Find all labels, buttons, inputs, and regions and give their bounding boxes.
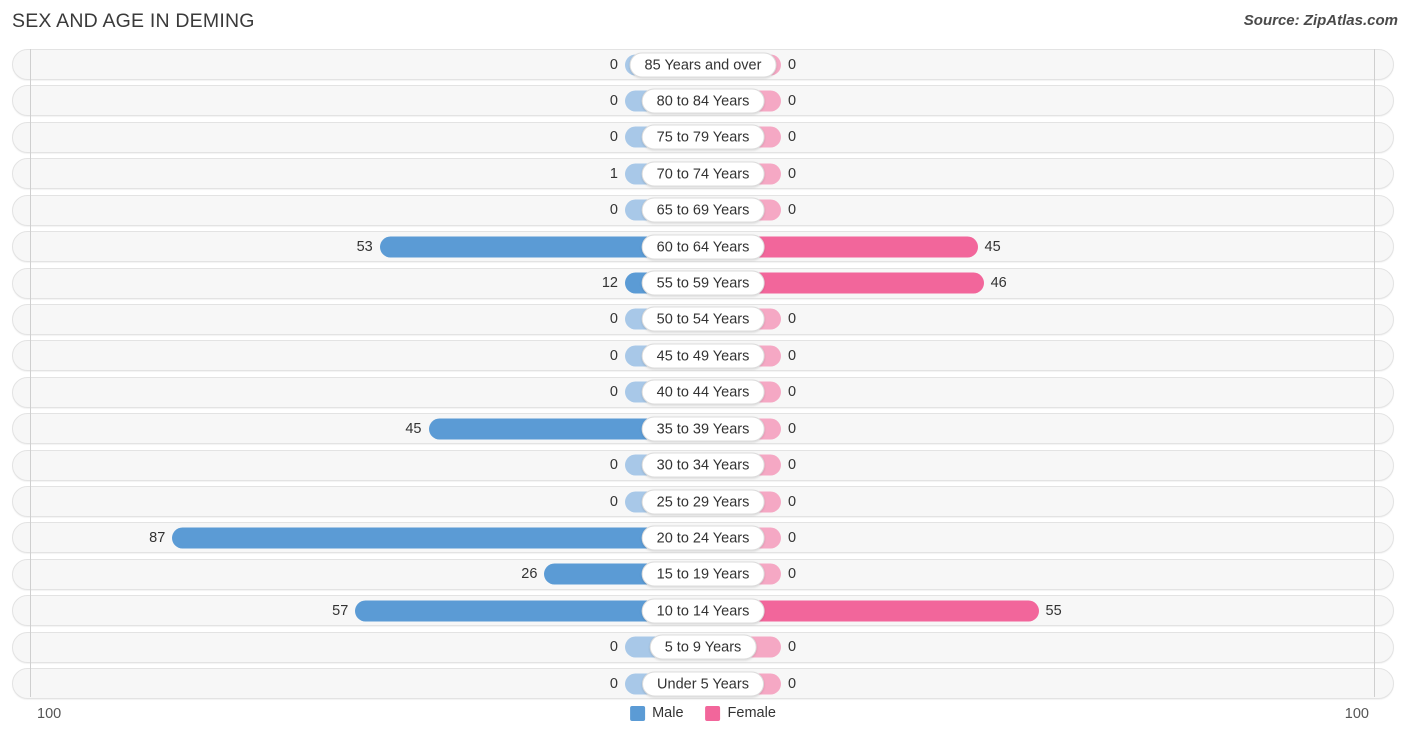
value-label-female: 55 [1045,602,1062,619]
chart-plot-area: 0 0 85 Years and over 0 0 80 to 84 Years 0 0 75 … [0,45,1406,700]
age-group-label: 40 to 44 Years [641,379,765,405]
value-label-male: 26 [521,566,538,583]
chart-footer: 100 100 Male Female [0,700,1406,739]
axis-end-label-right: 100 [1344,706,1369,722]
legend-item-female[interactable]: Female [705,705,776,721]
value-label-male: 0 [609,639,618,656]
age-group-label: 65 to 69 Years [641,197,765,223]
chart-row: 0 0 80 to 84 Years [12,85,1394,117]
value-label-male: 87 [149,529,166,546]
value-label-male: 0 [609,493,618,510]
age-group-label: 35 to 39 Years [641,416,765,442]
chart-row: 45 0 35 to 39 Years [12,413,1394,445]
age-group-label: 30 to 34 Years [641,452,765,478]
axis-line-right [1374,49,1375,697]
age-group-label: 85 Years and over [629,52,777,77]
age-group-label: 5 to 9 Years [649,634,757,660]
chart-row: 0 0 85 Years and over [12,49,1394,80]
chart-row: 26 0 15 to 19 Years [12,558,1394,590]
legend-label-female: Female [727,705,776,721]
chart-row: 57 55 10 to 14 Years [12,595,1394,627]
value-label-female: 0 [788,639,797,656]
value-label-male: 0 [609,202,618,219]
chart-legend: Male Female [630,705,776,721]
value-label-male: 0 [609,347,618,364]
value-label-male: 0 [609,56,618,73]
value-label-female: 0 [788,384,797,401]
chart-row: 0 0 50 to 54 Years [12,303,1394,335]
age-group-label: 55 to 59 Years [641,270,765,296]
value-label-male: 0 [609,311,618,328]
chart-row: 0 0 30 to 34 Years [12,449,1394,481]
value-label-female: 0 [788,56,797,73]
page-title: SEX AND AGE IN DEMING [12,10,255,32]
chart-row: 53 45 60 to 64 Years [12,231,1394,263]
value-label-male: 0 [609,675,618,692]
chart-row: 0 0 25 to 29 Years [12,486,1394,518]
value-label-female: 0 [788,311,797,328]
value-label-female: 0 [788,129,797,146]
bar-male[interactable] [172,527,703,549]
chart-row: 1 0 70 to 74 Years [12,158,1394,190]
value-label-female: 0 [788,420,797,437]
age-group-label: 45 to 49 Years [641,343,765,369]
age-group-label: 20 to 24 Years [641,525,765,551]
chart-header: SEX AND AGE IN DEMING Source: ZipAtlas.c… [0,0,1406,45]
chart-row: 87 0 20 to 24 Years [12,522,1394,554]
chart-row: 0 0 45 to 49 Years [12,340,1394,372]
age-group-label: 80 to 84 Years [641,88,765,114]
value-label-male: 0 [609,129,618,146]
value-label-male: 57 [332,602,349,619]
chart-row: 0 0 5 to 9 Years [12,631,1394,663]
age-group-label: 75 to 79 Years [641,124,765,150]
value-label-female: 0 [788,347,797,364]
chart-row: 0 0 40 to 44 Years [12,376,1394,408]
age-group-label: 25 to 29 Years [641,489,765,515]
value-label-female: 0 [788,566,797,583]
legend-swatch-male-icon [630,705,646,721]
source-attribution: Source: ZipAtlas.com [1243,12,1398,29]
value-label-female: 0 [788,92,797,109]
chart-row: 0 0 Under 5 Years [12,668,1394,700]
value-label-female: 0 [788,202,797,219]
value-label-female: 46 [990,275,1007,292]
value-label-male: 0 [609,384,618,401]
chart-row: 0 0 65 to 69 Years [12,194,1394,226]
age-group-label: 10 to 14 Years [641,598,765,624]
axis-end-label-left: 100 [37,706,62,722]
value-label-female: 45 [984,238,1001,255]
age-group-label: Under 5 Years [642,671,764,697]
chart-row: 0 0 75 to 79 Years [12,121,1394,153]
value-label-female: 0 [788,529,797,546]
chart-row: 12 46 55 to 59 Years [12,267,1394,299]
value-label-female: 0 [788,493,797,510]
value-label-male: 1 [609,165,618,182]
value-label-female: 0 [788,165,797,182]
value-label-male: 12 [601,275,618,292]
age-group-label: 60 to 64 Years [641,234,765,260]
value-label-female: 0 [788,457,797,474]
value-label-female: 0 [788,675,797,692]
population-pyramid-chart: SEX AND AGE IN DEMING Source: ZipAtlas.c… [0,0,1406,739]
value-label-male: 0 [609,457,618,474]
legend-label-male: Male [652,705,684,721]
legend-swatch-female-icon [705,705,721,721]
age-group-label: 50 to 54 Years [641,306,765,332]
axis-line-left [30,49,31,697]
age-group-label: 70 to 74 Years [641,161,765,187]
age-group-label: 15 to 19 Years [641,561,765,587]
value-label-male: 45 [405,420,422,437]
value-label-male: 53 [356,238,373,255]
legend-item-male[interactable]: Male [630,705,684,721]
value-label-male: 0 [609,92,618,109]
